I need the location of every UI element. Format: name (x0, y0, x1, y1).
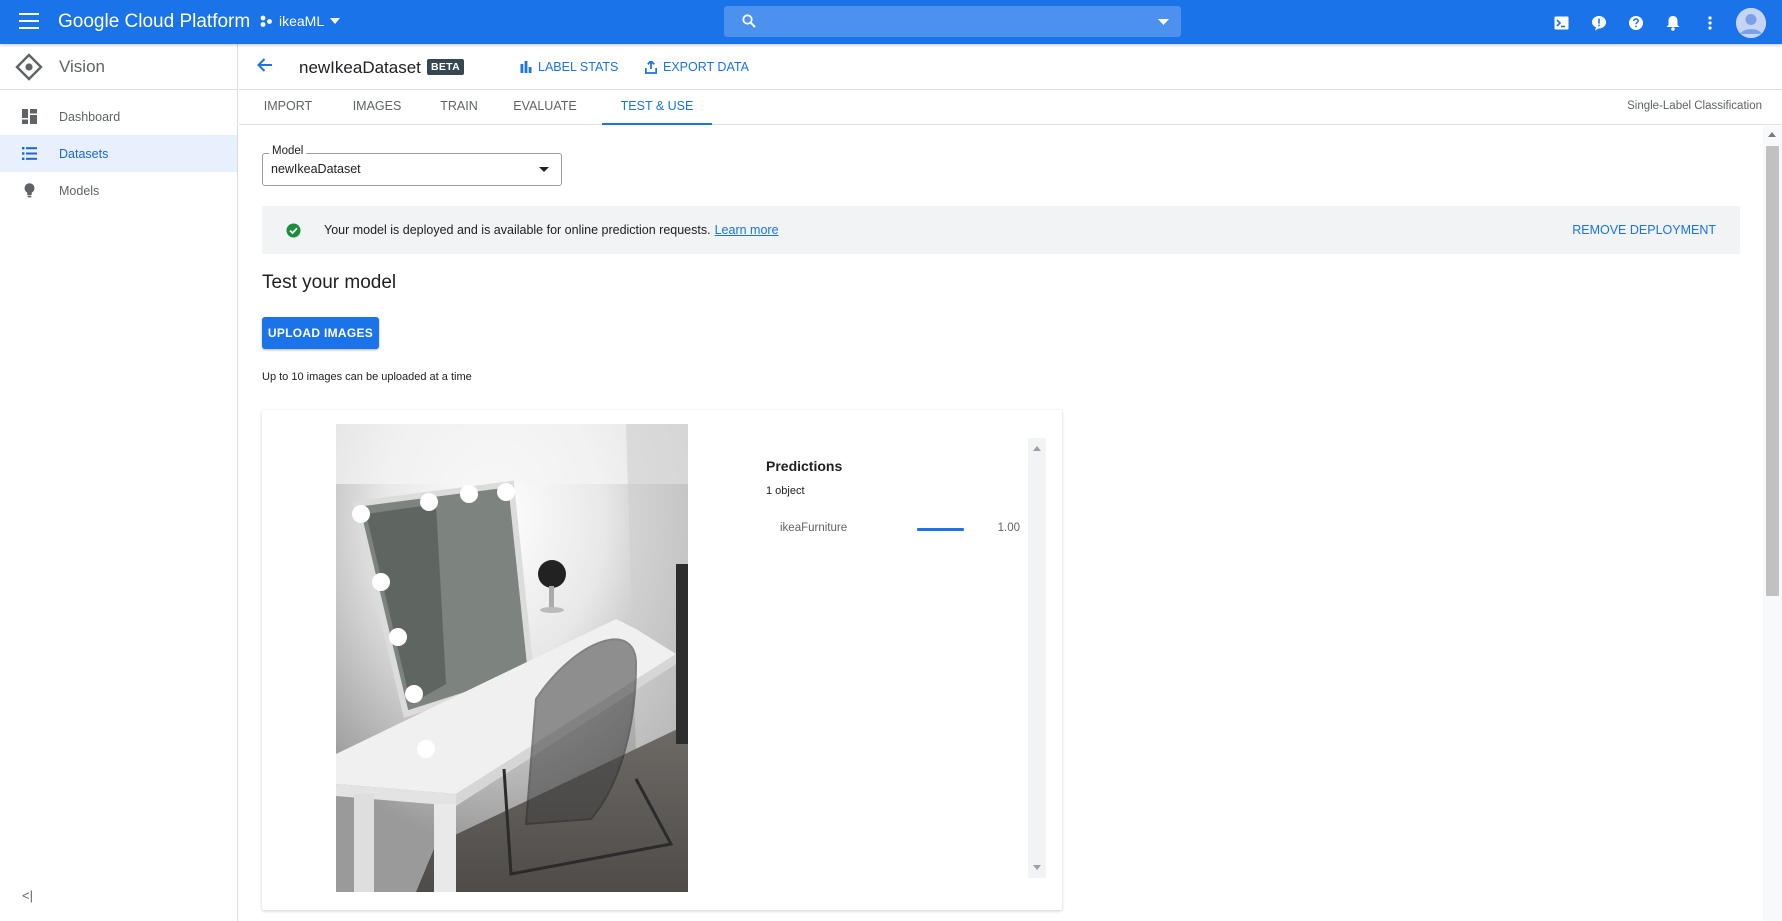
scrollbar-thumb[interactable] (1766, 146, 1779, 596)
account-avatar[interactable] (1736, 8, 1766, 38)
learn-more-link[interactable]: Learn more (715, 223, 779, 237)
tab-train[interactable]: TRAIN (438, 90, 480, 125)
sidebar-item-label: Datasets (59, 146, 109, 161)
section-title: Test your model (262, 272, 397, 293)
product-header: Vision (0, 44, 237, 90)
prediction-score-bar (917, 528, 964, 531)
back-arrow-icon[interactable] (256, 57, 273, 73)
sidebar-item-label: Models (59, 183, 100, 198)
uploaded-image (336, 424, 688, 892)
brand-title[interactable]: Google Cloud Platform (58, 11, 250, 33)
prediction-label: ikeaFurniture (780, 522, 848, 534)
tab-test-and-use[interactable]: TEST & USE (602, 90, 712, 125)
sidebar-item-label: Dashboard (59, 109, 121, 124)
lightbulb-icon (21, 183, 37, 199)
predictions-scrollbar[interactable] (1028, 438, 1046, 878)
model-select[interactable]: Model newIkeaDataset (262, 145, 562, 186)
search-bar[interactable] (724, 6, 1181, 37)
prediction-card: Predictions 1 object ikeaFurniture 1.00 (262, 410, 1062, 910)
search-dropdown-icon[interactable] (1158, 19, 1169, 25)
feedback-icon[interactable] (1580, 9, 1617, 37)
tab-import[interactable]: IMPORT (261, 90, 315, 125)
chevron-down-icon (330, 18, 341, 24)
page-title: newIkeaDataset (299, 58, 421, 77)
tab-images[interactable]: IMAGES (349, 90, 405, 125)
dataset-tabs: IMPORT IMAGES TRAIN EVALUATE TEST & USE … (239, 90, 1782, 125)
list-icon (21, 146, 37, 162)
model-select-value: newIkeaDataset (271, 162, 361, 176)
scroll-up-arrow-icon[interactable] (1768, 132, 1776, 137)
bar-chart-icon (520, 61, 532, 73)
export-data-button[interactable]: EXPORT DATA (645, 60, 749, 74)
project-dots-icon (260, 15, 272, 27)
product-title: Vision (59, 56, 105, 76)
export-icon (645, 60, 657, 74)
vision-logo-icon (15, 52, 43, 81)
collapse-sidebar-button[interactable]: <| (22, 888, 33, 903)
help-icon[interactable] (1617, 9, 1654, 37)
check-circle-icon (286, 223, 301, 238)
main-content: Model newIkeaDataset Your model is deplo… (239, 126, 1763, 921)
project-name: ikeaML (279, 13, 325, 29)
top-app-bar: Google Cloud Platform ikeaML (0, 0, 1782, 44)
sidebar-item-datasets[interactable]: Datasets (0, 135, 237, 172)
predictions-panel: Predictions 1 object ikeaFurniture 1.00 (742, 438, 1046, 878)
predictions-title: Predictions (766, 458, 843, 474)
upload-hint: Up to 10 images can be uploaded at a tim… (262, 371, 472, 383)
main-menu-icon[interactable] (19, 13, 39, 31)
more-vert-icon[interactable] (1691, 9, 1728, 37)
search-icon (742, 14, 756, 28)
project-selector[interactable]: ikeaML (259, 13, 341, 29)
dashboard-icon (21, 109, 37, 125)
scroll-down-arrow-icon[interactable] (1033, 865, 1041, 870)
remove-deployment-button[interactable]: REMOVE DEPLOYMENT (1572, 223, 1716, 237)
dropdown-caret-icon (539, 167, 549, 172)
label-stats-button[interactable]: LABEL STATS (520, 60, 618, 74)
sidebar-item-dashboard[interactable]: Dashboard (0, 98, 237, 135)
predictions-count: 1 object (766, 485, 805, 497)
prediction-row: ikeaFurniture 1.00 (780, 522, 1020, 540)
prediction-score: 1.00 (997, 522, 1020, 534)
model-select-label: Model (269, 145, 307, 157)
notifications-icon[interactable] (1654, 9, 1691, 37)
classification-type: Single-Label Classification (1627, 100, 1762, 112)
deployment-banner: Your model is deployed and is available … (262, 206, 1740, 254)
dataset-header: newIkeaDataset BETA LABEL STATS EXPORT D… (239, 44, 1782, 90)
upload-images-button[interactable]: UPLOAD IMAGES (262, 317, 379, 349)
sidebar-item-models[interactable]: Models (0, 172, 237, 209)
sidebar: Vision Dashboard Datasets Models <| (0, 44, 238, 921)
cloud-shell-icon[interactable] (1543, 9, 1580, 37)
beta-badge: BETA (427, 59, 465, 75)
page-scrollbar[interactable] (1763, 126, 1782, 921)
deployment-message: Your model is deployed and is available … (324, 223, 779, 237)
tab-evaluate[interactable]: EVALUATE (513, 90, 577, 125)
scroll-up-arrow-icon[interactable] (1033, 446, 1041, 451)
